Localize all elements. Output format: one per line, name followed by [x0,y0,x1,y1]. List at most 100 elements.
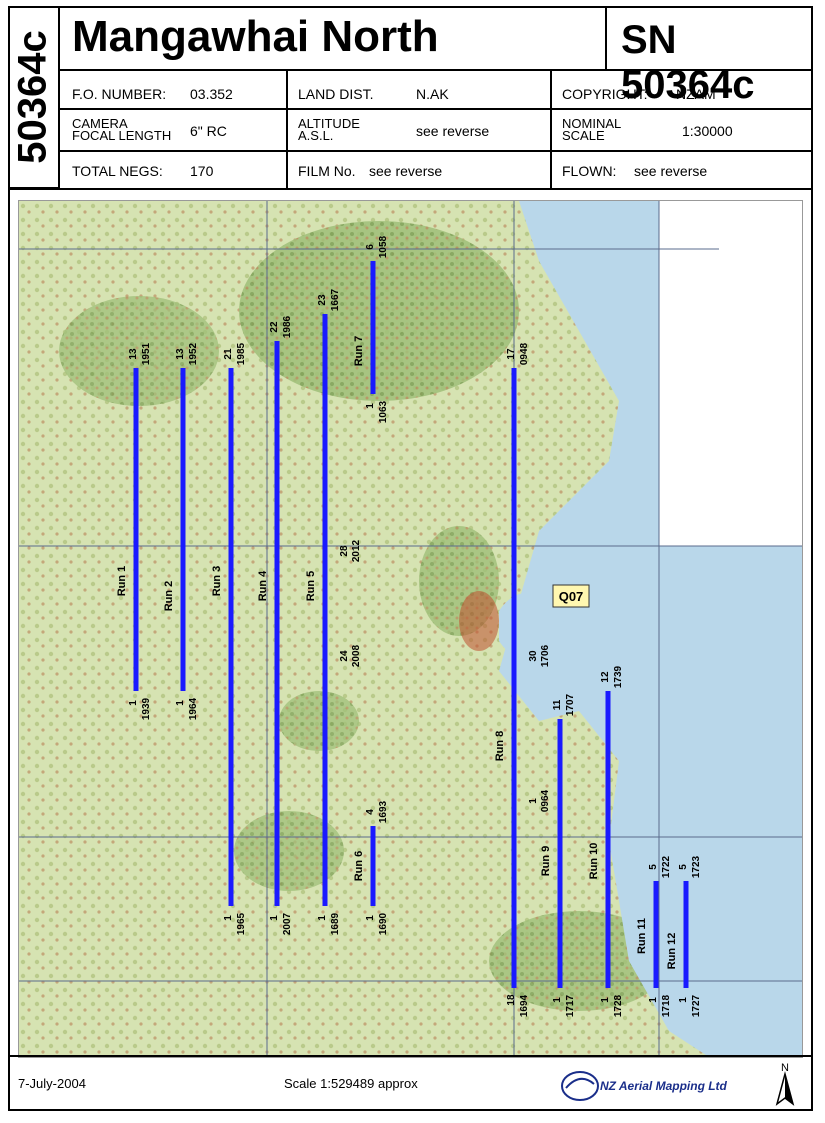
north-arrow: N [770,1060,800,1110]
header-bottom [8,188,813,190]
map-scale: Scale 1:529489 approx [284,1076,418,1091]
camera-value: 6" RC [190,123,227,139]
top-neg-label: 1986 [282,315,293,338]
bottom-neg-label: 1717 [565,994,576,1017]
top-neg-label: 1951 [141,342,152,365]
top-neg-label: 1739 [613,665,624,688]
altitude-label-2: A.S.L. [298,128,334,143]
sheet-label: Q07 [559,589,584,604]
bottom-neg-label: 1718 [661,994,672,1017]
copyright-label: COPYRIGHT: [562,86,648,102]
film-value: see reverse [369,163,443,179]
top-frame-label: 12 [600,671,611,683]
top-neg-label: 1722 [661,855,672,878]
run-label: Run 10 [588,843,600,880]
bottom-frame-label: 1 [175,700,186,706]
bottom-frame-label: 1 [648,997,659,1003]
mid-frame-label: 28 [339,545,350,557]
top-neg-label: 1952 [188,342,199,365]
top-frame-label: 11 [552,699,563,710]
bottom-frame-label: 1 [269,915,280,921]
camera-label-2: FOCAL LENGTH [72,128,172,143]
top-frame-label: 23 [317,294,328,306]
run-label: Run 6 [353,851,365,882]
col-divider-2 [550,69,552,189]
run-label: Run 9 [540,846,552,877]
film-label: FILM No. [298,163,356,179]
flight-date: 7-July-2004 [18,1076,86,1091]
top-frame-label: 21 [223,348,234,360]
bottom-frame-label: 1 [223,915,234,921]
run-label: Run 1 [116,566,128,597]
company-name: NZ Aerial Mapping Ltd [600,1079,728,1093]
top-frame-label: 5 [678,864,689,870]
scale-label-2: SCALE [562,128,605,143]
bottom-frame-label: 1 [365,403,376,409]
run-label: Run 2 [163,581,175,612]
col-divider-1 [286,69,288,189]
mid-frame-label: 1 [528,798,539,804]
run-label: Run 12 [666,933,678,970]
flown-label: FLOWN: [562,163,617,179]
bottom-frame-label: 1 [552,997,563,1003]
bottom-frame-label: 1 [317,915,328,921]
sheet-title: Mangawhai North [72,12,439,61]
map-svg: Q07 Run 113 19511 1939Run 213 19521 1964Run … [19,201,802,1057]
top-neg-label: 1667 [330,288,341,311]
bottom-neg-label: 2007 [282,912,293,935]
mid-neg-label: 2008 [351,644,362,667]
bottom-neg-label: 1727 [691,994,702,1017]
land-value: N.AK [416,86,449,102]
bottom-neg-label: 1965 [236,912,247,935]
bottom-neg-label: 1689 [330,912,341,935]
top-frame-label: 5 [648,864,659,870]
top-neg-label: 1985 [236,342,247,365]
top-neg-label: 0948 [519,342,530,365]
top-frame-label: 6 [365,244,376,250]
negs-label: TOTAL NEGS: [72,163,163,179]
top-frame-label: 17 [506,348,517,360]
row-divider-1 [58,108,813,110]
flown-value: see reverse [634,163,708,179]
run-label: Run 7 [353,336,365,367]
mid-neg-label: 1706 [540,644,551,667]
top-neg-label: 1693 [378,800,389,823]
mid-frame-label: 24 [339,650,350,662]
bottom-frame-label: 1 [128,700,139,706]
top-neg-label: 1707 [565,693,576,716]
sn-number: SN 50364c [621,18,755,107]
run-label: Run 8 [494,731,506,762]
bottom-neg-label: 1964 [188,697,199,720]
bottom-neg-label: 1694 [519,994,530,1017]
scale-value: 1:30000 [682,123,733,139]
side-code-box: 50364c [8,6,60,189]
bottom-frame-label: 18 [506,994,517,1006]
land-label: LAND DIST. [298,86,374,102]
side-code: 50364c [10,29,55,164]
fo-label: F.O. NUMBER: [72,86,167,102]
footer-divider [8,1055,813,1057]
top-neg-label: 1058 [378,235,389,258]
bottom-frame-label: 1 [678,997,689,1003]
run-label: Run 11 [636,918,648,954]
copyright-value: NZAM [676,86,716,102]
bottom-neg-label: 1690 [378,912,389,935]
header-divider [58,69,813,71]
sheet-label-group: Q07 [552,584,590,608]
altitude-value: see reverse [416,123,490,139]
mid-frame-label: 30 [528,650,539,662]
fo-value: 03.352 [190,86,233,102]
mid-neg-label: 0964 [540,789,551,812]
run-label: Run 4 [257,570,269,601]
run-label: Run 5 [305,571,317,602]
sn-box: SN 50364c [605,6,813,107]
row-divider-2 [58,150,813,152]
top-frame-label: 13 [128,348,139,360]
flight-index-map[interactable]: Q07 Run 1 13 1951 1 1939 Run 2 13 1952 1 1964 Run … [18,200,803,1058]
negs-value: 170 [190,163,214,179]
bottom-neg-label: 1728 [613,994,624,1017]
mid-neg-label: 2012 [351,539,362,562]
company-logo: NZ Aerial Mapping Ltd [558,1066,728,1106]
top-frame-label: 22 [269,321,280,333]
bottom-frame-label: 1 [365,915,376,921]
